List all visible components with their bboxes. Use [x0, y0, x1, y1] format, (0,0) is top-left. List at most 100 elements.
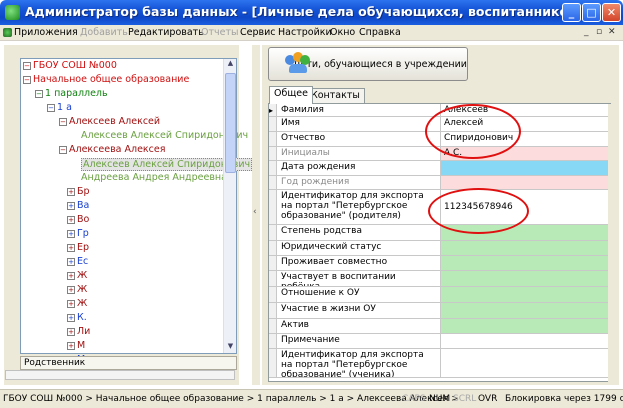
menu-service[interactable]: Сервис: [240, 27, 276, 38]
field-row[interactable]: Юридический статус: [269, 241, 610, 256]
field-value[interactable]: [441, 319, 610, 333]
tree-node-student[interactable]: − Алексеев Алексей: [59, 116, 160, 127]
field-value[interactable]: [441, 176, 610, 189]
tree-hscrollbar[interactable]: [5, 370, 235, 380]
menu-add[interactable]: Добавить: [80, 27, 128, 38]
field-value[interactable]: [441, 271, 610, 286]
field-row[interactable]: Отношение к ОУ: [269, 287, 610, 303]
expand-icon[interactable]: +: [67, 229, 75, 238]
expand-icon[interactable]: +: [67, 271, 75, 280]
field-label: Участвует в воспитании ребёнка: [278, 271, 441, 286]
expand-icon[interactable]: +: [67, 243, 75, 252]
tree-node-parallel[interactable]: −1 параллель: [35, 88, 108, 99]
field-value[interactable]: [441, 161, 610, 175]
row-indicator: [269, 190, 277, 224]
tree-node-student-collapsed[interactable]: + Ж: [67, 284, 87, 295]
tree-node-student-collapsed[interactable]: + Во: [67, 214, 89, 225]
field-value[interactable]: [441, 334, 610, 348]
mdi-minimize-icon[interactable]: _: [584, 27, 589, 37]
tree-node-school[interactable]: − ГБОУ СОШ №000: [23, 60, 117, 71]
collapse-icon[interactable]: −: [59, 117, 67, 126]
status-scrl: SCRL: [453, 394, 477, 404]
mdi-restore-icon[interactable]: ▫: [596, 27, 602, 37]
tree-node-parent[interactable]: Андреева Андрея Андреевна: [81, 172, 227, 183]
tree-node-student-collapsed[interactable]: + Ва: [67, 200, 89, 211]
menu-reports[interactable]: Отчеты: [201, 27, 239, 38]
collapse-icon[interactable]: −: [23, 75, 31, 84]
collapse-icon[interactable]: −: [59, 145, 67, 154]
field-row[interactable]: Участвует в воспитании ребёнка: [269, 271, 610, 287]
maximize-button[interactable]: □: [582, 3, 601, 22]
tree-node-student-collapsed[interactable]: + Ж: [67, 270, 87, 281]
tree-view[interactable]: − ГБОУ СОШ №000 − Начальное общее образова…: [20, 58, 253, 365]
splitter-arrow-icon[interactable]: ‹: [253, 207, 257, 217]
field-label: Отчество: [278, 132, 441, 146]
tree-node-student-collapsed[interactable]: + Ли: [67, 326, 90, 337]
minimize-button[interactable]: _: [562, 3, 581, 22]
collapse-icon[interactable]: −: [35, 89, 43, 98]
tree-node-student-collapsed[interactable]: + Ж: [67, 298, 87, 309]
menu-window[interactable]: Окно: [330, 27, 355, 38]
field-row[interactable]: Актив: [269, 319, 610, 334]
field-label: Идентификатор для экспорта на портал "Пе…: [278, 190, 441, 224]
status-ovr: OVR: [478, 394, 498, 404]
field-label: Год рождения: [278, 176, 441, 189]
tree-node-student-collapsed[interactable]: + Ес: [67, 256, 88, 267]
row-indicator: [269, 349, 277, 377]
close-button[interactable]: ✕: [602, 3, 621, 22]
tree-node-student[interactable]: − Алексеева Алексея: [59, 144, 165, 155]
tree-node-level[interactable]: − Начальное общее образование: [23, 74, 189, 85]
collapse-icon[interactable]: −: [47, 103, 55, 112]
mdi-close-icon[interactable]: ✕: [608, 27, 616, 37]
status-num: NUM: [429, 394, 451, 404]
menu-applications[interactable]: Приложения: [14, 27, 78, 38]
field-row[interactable]: Год рождения: [269, 176, 610, 190]
annotation-ring-identifier: [428, 188, 529, 234]
collapse-icon[interactable]: −: [23, 61, 31, 70]
field-value[interactable]: [441, 241, 610, 255]
scroll-down-icon[interactable]: ▼: [225, 342, 236, 353]
status-caps: CAPS: [402, 394, 426, 404]
expand-icon[interactable]: +: [67, 299, 75, 308]
tree-node-student-collapsed[interactable]: + Ер: [67, 242, 89, 253]
row-indicator: [269, 256, 277, 270]
field-row[interactable]: Идентификатор для экспорта на портал "Пе…: [269, 349, 610, 378]
scroll-thumb[interactable]: [225, 73, 236, 173]
field-row[interactable]: Примечание: [269, 334, 610, 349]
expand-icon[interactable]: +: [67, 201, 75, 210]
tree-node-student-collapsed[interactable]: + К.: [67, 312, 87, 323]
tree-node-student-collapsed[interactable]: + Гр: [67, 228, 89, 239]
expand-icon[interactable]: +: [67, 341, 75, 350]
expand-icon[interactable]: +: [67, 313, 75, 322]
row-indicator: [269, 319, 277, 333]
expand-icon[interactable]: +: [67, 215, 75, 224]
field-value[interactable]: [441, 349, 610, 377]
expand-icon[interactable]: +: [67, 327, 75, 336]
children-in-school-button[interactable]: Дети, обучающиеся в учреждении: [268, 47, 468, 81]
menu-bar: Приложения Добавить Редактировать Отчеты…: [0, 25, 623, 41]
field-row[interactable]: Степень родства: [269, 225, 610, 241]
field-label: Отношение к ОУ: [278, 287, 441, 302]
expand-icon[interactable]: +: [67, 285, 75, 294]
field-value[interactable]: [441, 287, 610, 302]
tree-node-student-collapsed[interactable]: +М: [67, 340, 85, 351]
title-bar[interactable]: Администратор базы данных - [Личные дела…: [0, 0, 623, 25]
app-icon: [5, 5, 20, 20]
tab-contacts[interactable]: Контакты: [306, 88, 365, 103]
menu-help[interactable]: Справка: [359, 27, 401, 38]
field-row[interactable]: Участие в жизни ОУ: [269, 303, 610, 319]
expand-icon[interactable]: +: [67, 187, 75, 196]
expand-icon[interactable]: +: [67, 257, 75, 266]
scroll-up-icon[interactable]: ▲: [225, 59, 236, 70]
status-bar: ГБОУ СОШ №000 > Начальное общее образова…: [0, 389, 623, 408]
field-row[interactable]: Дата рождения: [269, 161, 610, 176]
tree-node-student-collapsed[interactable]: + Бр: [67, 186, 90, 197]
field-row[interactable]: Проживает совместно: [269, 256, 610, 271]
field-value[interactable]: [441, 303, 610, 318]
tree-scrollbar[interactable]: ▲ ▼: [223, 59, 236, 353]
menu-settings[interactable]: Настройки: [278, 27, 332, 38]
menu-edit[interactable]: Редактировать: [128, 27, 204, 38]
field-value[interactable]: [441, 256, 610, 270]
tree-node-class[interactable]: −1 а: [47, 102, 72, 113]
tab-general[interactable]: Общее: [269, 86, 313, 104]
